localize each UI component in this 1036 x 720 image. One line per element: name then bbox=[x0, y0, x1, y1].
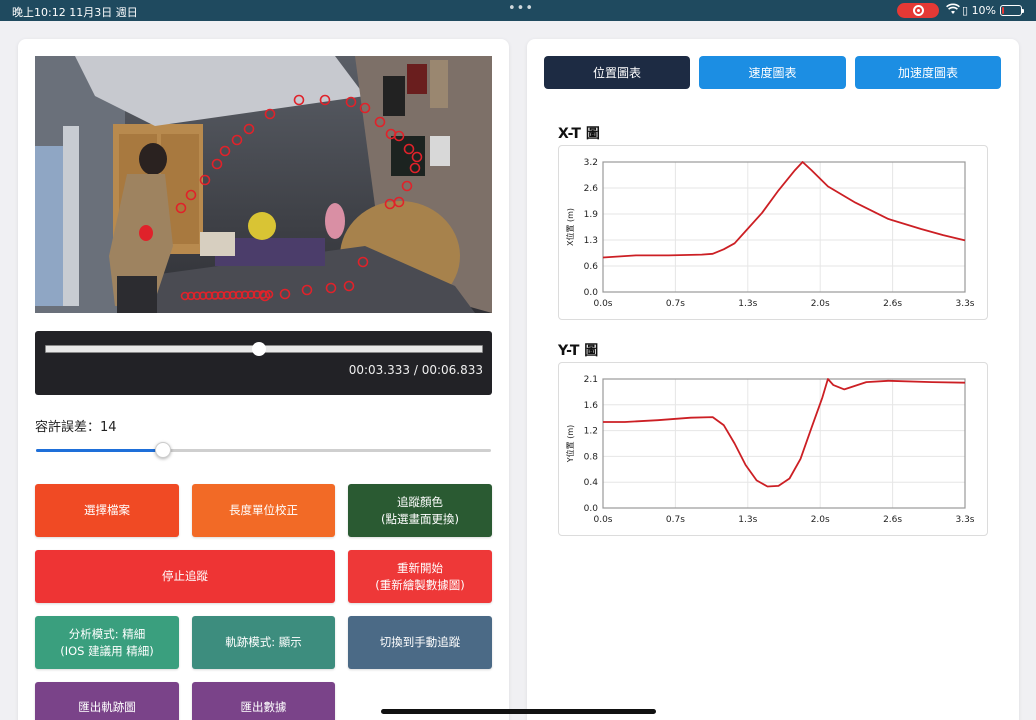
select-file-button[interactable]: 選擇檔案 bbox=[35, 484, 179, 537]
tab-position-chart[interactable]: 位置圖表 bbox=[544, 56, 690, 89]
video-controls: 00:03.333 / 00:06.833 bbox=[35, 331, 492, 395]
export-data-button[interactable]: 匯出數據 bbox=[192, 682, 335, 720]
series-line bbox=[602, 161, 966, 259]
x-tick-label: 2.6s bbox=[883, 515, 902, 525]
x-tick-label: 0.0s bbox=[593, 515, 612, 525]
home-indicator[interactable] bbox=[381, 709, 656, 714]
video-frame[interactable] bbox=[35, 56, 492, 313]
x-tick-label: 0.7s bbox=[666, 299, 685, 309]
export-trail-button[interactable]: 匯出軌跡圖 bbox=[35, 682, 179, 720]
y-tick-label: 0.8 bbox=[584, 452, 599, 462]
timecode: 00:03.333 / 00:06.833 bbox=[348, 363, 483, 377]
trail-mode-button[interactable]: 軌跡模式: 顯示 bbox=[192, 616, 335, 669]
yt-chart-title: Y-T 圖 bbox=[558, 343, 599, 359]
y-tick-label: 0.4 bbox=[584, 478, 599, 488]
tab-acceleration-chart[interactable]: 加速度圖表 bbox=[855, 56, 1001, 89]
wifi-icon bbox=[946, 3, 960, 18]
x-tick-label: 2.0s bbox=[811, 515, 830, 525]
battery-percent: ▯ 10% bbox=[962, 4, 997, 17]
xt-chart-title: X-T 圖 bbox=[558, 126, 600, 142]
x-tick-label: 1.3s bbox=[738, 515, 757, 525]
tab-velocity-chart[interactable]: 速度圖表 bbox=[699, 56, 846, 89]
y-tick-label: 0.0 bbox=[584, 288, 599, 298]
xt-chart: 0.0 0.6 1.3 1.9 2.6 3.2 0.0s 0.7s 1.3s 2.0s 2.6s 3.… bbox=[558, 145, 988, 320]
stop-tracking-button[interactable]: 停止追蹤 bbox=[35, 550, 335, 603]
restart-button[interactable]: 重新開始 (重新繪製數據圖) bbox=[348, 550, 492, 603]
tolerance-slider[interactable] bbox=[36, 442, 491, 458]
battery-icon bbox=[1000, 5, 1024, 16]
track-color-button[interactable]: 追蹤顏色 (點選畫面更換) bbox=[348, 484, 492, 537]
series-line bbox=[603, 378, 966, 488]
plot-frame bbox=[602, 161, 966, 293]
x-tick-label: 2.6s bbox=[883, 299, 902, 309]
y-tick-label: 1.6 bbox=[584, 401, 599, 411]
video-scene bbox=[35, 56, 492, 313]
y-axis-label: Y位置 (m) bbox=[565, 425, 575, 463]
status-bar: 晚上10:12 11月3日 週日 ••• ▯ 10% bbox=[0, 0, 1036, 21]
plot-frame bbox=[602, 378, 966, 509]
xt-chart-plot: 0.0 0.6 1.3 1.9 2.6 3.2 0.0s 0.7s 1.3s 2.0s 2.6s 3.… bbox=[565, 158, 975, 309]
y-tick-label: 2.1 bbox=[584, 375, 598, 385]
y-tick-label: 0.6 bbox=[584, 262, 599, 272]
x-tick-label: 3.3s bbox=[955, 515, 974, 525]
yt-chart: 0.0 0.4 0.8 1.2 1.6 2.1 0.0s 0.7s 1.3s 2.0s 2.6s 3.… bbox=[558, 362, 988, 536]
calibrate-units-button[interactable]: 長度單位校正 bbox=[192, 484, 335, 537]
seek-handle[interactable] bbox=[251, 342, 266, 356]
x-tick-label: 2.0s bbox=[811, 299, 830, 309]
manual-tracking-button[interactable]: 切換到手動追蹤 bbox=[348, 616, 492, 669]
y-tick-label: 1.9 bbox=[584, 210, 599, 220]
y-tick-label: 0.0 bbox=[584, 504, 599, 514]
x-tick-label: 0.0s bbox=[593, 299, 612, 309]
yt-chart-plot: 0.0 0.4 0.8 1.2 1.6 2.1 0.0s 0.7s 1.3s 2.0s 2.6s 3.… bbox=[565, 375, 975, 525]
status-time: 晚上10:12 11月3日 週日 bbox=[12, 6, 138, 19]
y-tick-label: 1.3 bbox=[584, 236, 598, 246]
y-axis-label: X位置 (m) bbox=[565, 208, 575, 246]
y-tick-label: 3.2 bbox=[584, 158, 598, 168]
x-tick-label: 1.3s bbox=[738, 299, 757, 309]
x-tick-label: 3.3s bbox=[955, 299, 974, 309]
analysis-mode-button[interactable]: 分析模式: 精細 (IOS 建議用 精細) bbox=[35, 616, 179, 669]
y-tick-label: 1.2 bbox=[584, 427, 598, 437]
multitasking-dots-icon[interactable]: ••• bbox=[508, 1, 534, 16]
screen-recording-icon[interactable] bbox=[897, 3, 939, 18]
tolerance-label: 容許誤差：14 bbox=[35, 420, 117, 435]
y-tick-label: 2.6 bbox=[584, 184, 599, 194]
x-tick-label: 0.7s bbox=[666, 515, 685, 525]
